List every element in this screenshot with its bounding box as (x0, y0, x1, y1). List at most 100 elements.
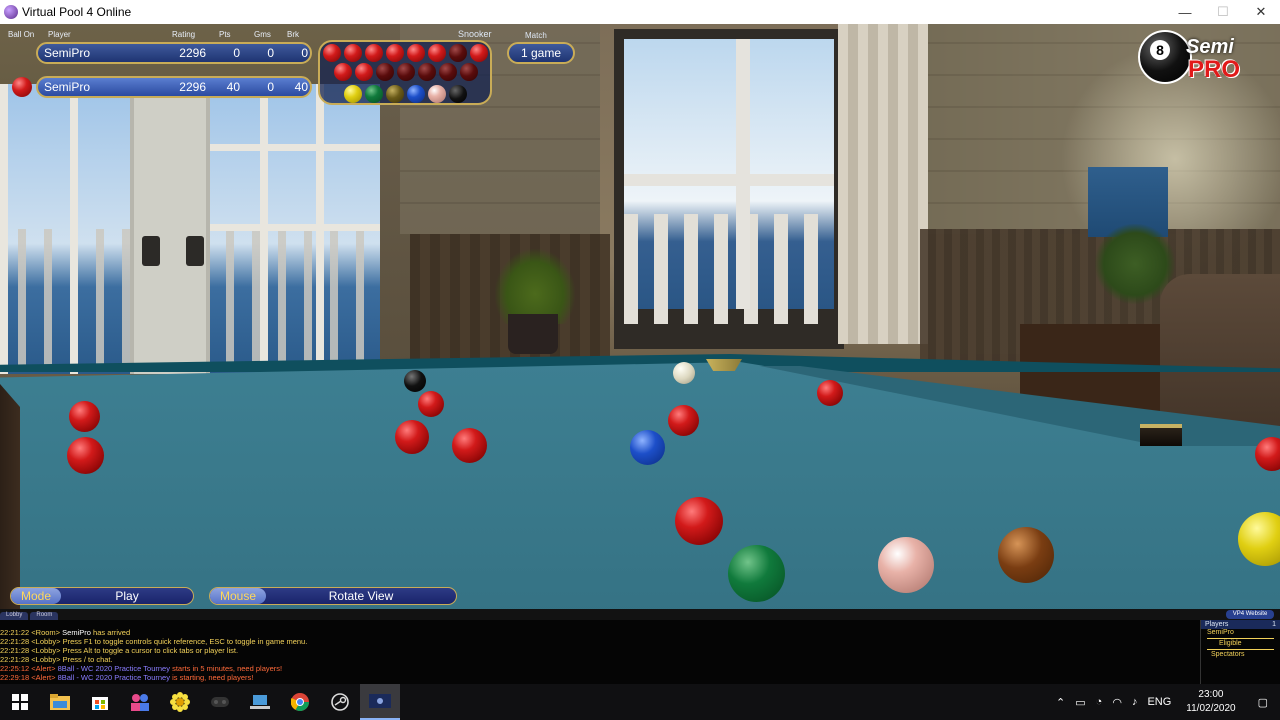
red-ball (452, 428, 487, 463)
brk-header: Brk (287, 30, 299, 39)
chevron-up-icon[interactable]: ⌃ (1051, 696, 1070, 709)
chat-event-link[interactable]: 8Ball - WC 2020 Practice Tourney (55, 664, 170, 673)
match-format[interactable]: 1 game (507, 42, 575, 64)
potted-red-ball (439, 63, 457, 81)
brown-ball (998, 527, 1054, 583)
mini-yellow-ball (344, 85, 362, 103)
red-ball (675, 497, 723, 545)
notification-icon[interactable]: ▢ (1246, 696, 1280, 709)
chat-channel: <Room> (31, 628, 61, 637)
wifi-icon[interactable]: ◠ (1107, 696, 1127, 709)
chat-timestamp: 22:21:28 (0, 637, 30, 646)
balls-remaining-panel (318, 40, 492, 105)
potted-red-ball (460, 63, 478, 81)
remaining-red-ball (386, 44, 404, 62)
flower-icon[interactable] (160, 684, 200, 720)
remaining-red-ball (355, 63, 373, 81)
windows-start-icon[interactable] (0, 684, 40, 720)
window-frame (210, 224, 380, 231)
chat-channel: <Lobby> (31, 646, 61, 655)
player-header: Player (48, 30, 71, 39)
clock[interactable]: 23:00 11/02/2020 (1176, 688, 1245, 716)
chat-channel: <Alert> (31, 673, 56, 682)
player-score-row[interactable]: SemiPro 2296 40 0 40 (36, 76, 312, 98)
mini-pink-ball (428, 85, 446, 103)
battery-icon[interactable]: ▭ (1070, 696, 1090, 709)
maximize-button[interactable]: ☐ (1204, 0, 1242, 24)
tab-room[interactable]: Room (30, 612, 59, 620)
eligible-label: Eligible (1219, 640, 1242, 647)
players-title: Players (1205, 621, 1229, 628)
virtual-pool-icon[interactable] (360, 684, 400, 720)
app-icon (4, 5, 18, 19)
player-score-row[interactable]: SemiPro 2296 0 0 0 (36, 42, 312, 64)
remaining-red-ball (334, 63, 352, 81)
red-ball (418, 391, 444, 417)
close-button[interactable]: ✕ (1242, 0, 1280, 24)
mode-label: Mode (11, 588, 62, 604)
chat-line-alert: 22:25:12 <Alert> 8Ball - WC 2020 Practic… (0, 664, 1200, 673)
game-viewport[interactable] (0, 24, 1280, 620)
player-name: SemiPro (44, 46, 91, 60)
player-list-item[interactable]: SemiPro (1201, 629, 1280, 637)
chat-timestamp: 22:21:28 (0, 646, 30, 655)
window-mullion (624, 174, 834, 186)
chat-timestamp: 22:21:28 (0, 655, 30, 664)
players-panel[interactable]: Players 1 SemiPro Eligible Spectators (1200, 620, 1280, 684)
table-edge (0, 384, 20, 614)
chat-timestamp: 22:21:22 (0, 628, 30, 637)
people-icon[interactable] (120, 684, 160, 720)
remaining-red-ball (365, 44, 383, 62)
black-ball (404, 370, 426, 392)
chat-log[interactable]: 22:21:22 <Room> SemiPro has arrived 22:2… (0, 620, 1200, 684)
chat-text: Press Alt to toggle a cursor to click ta… (60, 646, 239, 655)
mouse-value: Rotate View (328, 589, 394, 603)
mode-control[interactable]: Mode Play (10, 587, 194, 605)
match-label: Match (525, 31, 547, 40)
chat-text: Press / to chat. (60, 655, 113, 664)
balcony-rail (624, 214, 834, 324)
mini-brown-ball (386, 85, 404, 103)
chrome-icon[interactable] (280, 684, 320, 720)
chat-channel: <Lobby> (31, 655, 61, 664)
vp4-website-button[interactable]: VP4 Website (1226, 610, 1274, 619)
chat-event-link[interactable]: 8Ball - WC 2020 Practice Tourney (55, 673, 170, 682)
chat-channel: <Lobby> (31, 637, 61, 646)
file-explorer-icon[interactable] (40, 684, 80, 720)
store-icon[interactable] (80, 684, 120, 720)
remaining-red-ball (428, 44, 446, 62)
chat-line: 22:21:28 <Lobby> Press / to chat. (0, 655, 1200, 664)
clock-time: 23:00 (1198, 689, 1224, 700)
chat-line: 22:21:28 <Lobby> Press F1 to toggle cont… (0, 637, 1200, 646)
players-count: 1 (1272, 621, 1276, 628)
volume-icon[interactable]: ♪ (1127, 696, 1143, 708)
mini-green-ball (365, 85, 383, 103)
pink-ball (878, 537, 934, 593)
network-icon[interactable]: ◔ (1091, 696, 1108, 708)
chat-text: Press F1 to toggle controls quick refere… (60, 637, 308, 646)
tab-lobby[interactable]: Lobby (0, 612, 29, 620)
steam-icon[interactable] (320, 684, 360, 720)
mini-black-ball (449, 85, 467, 103)
gms-header: Gms (254, 30, 271, 39)
chat-line-alert: 22:29:18 <Alert> 8Ball - WC 2020 Practic… (0, 673, 1200, 682)
window-frame (210, 144, 380, 151)
plant-pot (508, 314, 558, 354)
language-indicator[interactable]: ENG (1142, 696, 1176, 708)
chat-user: SemiPro (62, 628, 91, 637)
remaining-red-ball (323, 44, 341, 62)
mouse-control[interactable]: Mouse Rotate View (209, 587, 457, 605)
chat-text: has arrived (90, 628, 131, 637)
cue-ball[interactable] (673, 362, 695, 384)
player-break: 40 (294, 80, 308, 94)
app-root: Virtual Pool 4 Online — ☐ ✕ Ball On Play… (0, 0, 1280, 720)
potted-red-ball (376, 63, 394, 81)
door-handle (186, 236, 204, 266)
gamepad-icon[interactable] (200, 684, 240, 720)
remaining-red-ball (407, 44, 425, 62)
logo-text-pro: PRO (1188, 56, 1241, 83)
chat-line: 22:21:22 <Room> SemiPro has arrived (0, 628, 1200, 637)
potted-red-ball (418, 63, 436, 81)
laptop-icon[interactable] (240, 684, 280, 720)
minimize-button[interactable]: — (1166, 0, 1204, 24)
